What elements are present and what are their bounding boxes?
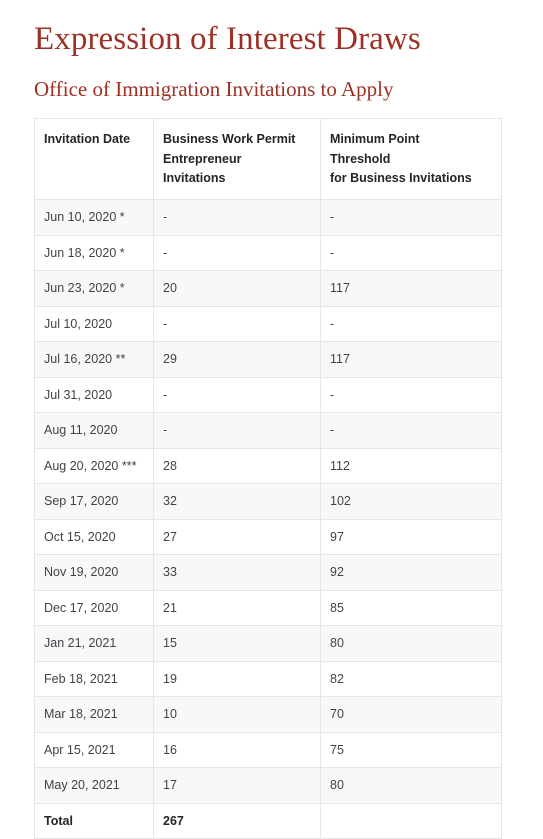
cell-threshold: 85 [320, 589, 502, 627]
cell-invitation-date: Jun 10, 2020 * [34, 199, 154, 236]
table-row: Apr 15, 2021 16 75 [34, 731, 502, 769]
column-header-invitation-date: Invitation Date [34, 118, 154, 201]
column-header-line: Entrepreneur [163, 151, 242, 166]
table-row: Mar 18, 2021 10 70 [34, 696, 502, 733]
draws-table-container: Invitation Date Business Work Permit Ent… [34, 118, 509, 839]
cell-invitation-date: Jan 21, 2021 [34, 625, 154, 662]
cell-invitation-date: Jun 18, 2020 * [34, 234, 154, 272]
cell-invitation-date: Jul 10, 2020 [34, 305, 154, 343]
cell-threshold: 75 [320, 731, 502, 769]
cell-threshold: - [320, 376, 502, 414]
cell-threshold: - [320, 412, 502, 449]
invitation-draws-table: Invitation Date Business Work Permit Ent… [34, 118, 502, 839]
column-header-line: Invitation Date [44, 132, 131, 147]
cell-invitations: 29 [153, 341, 321, 378]
table-row: Feb 18, 2021 19 82 [34, 660, 502, 698]
column-header-line: Invitations [163, 170, 226, 185]
cell-threshold: - [320, 234, 502, 272]
table-row: Sep 17, 2020 32 102 [34, 483, 502, 520]
cell-threshold: 80 [320, 625, 502, 662]
table-row: Aug 20, 2020 *** 28 112 [34, 447, 502, 485]
table-total-row: Total 267 [34, 802, 502, 839]
cell-invitations: 33 [153, 554, 321, 591]
cell-total-threshold [320, 802, 502, 839]
cell-invitations: 16 [153, 731, 321, 769]
cell-invitation-date: Jul 16, 2020 ** [34, 341, 154, 378]
column-header-line: for Business Invitations [330, 170, 472, 185]
cell-threshold: 92 [320, 554, 502, 591]
cell-threshold: 97 [320, 518, 502, 556]
cell-threshold: 70 [320, 696, 502, 733]
cell-threshold: 112 [320, 447, 502, 485]
page-root: Expression of Interest Draws Office of I… [0, 0, 543, 839]
cell-invitations: - [153, 199, 321, 236]
cell-invitation-date: Oct 15, 2020 [34, 518, 154, 556]
cell-invitations: 17 [153, 767, 321, 804]
table-row: May 20, 2021 17 80 [34, 767, 502, 804]
cell-threshold: 117 [320, 270, 502, 307]
table-header-row: Invitation Date Business Work Permit Ent… [34, 118, 502, 201]
table-body: Jun 10, 2020 * - - Jun 18, 2020 * - - Ju… [34, 199, 502, 839]
column-header-line: Business Work Permit [163, 132, 296, 147]
table-row: Jun 18, 2020 * - - [34, 234, 502, 272]
cell-invitations: 32 [153, 483, 321, 520]
cell-invitation-date: Apr 15, 2021 [34, 731, 154, 769]
cell-invitations: - [153, 234, 321, 272]
cell-invitation-date: Aug 11, 2020 [34, 412, 154, 449]
cell-invitations: 21 [153, 589, 321, 627]
cell-invitations: 19 [153, 660, 321, 698]
cell-invitation-date: Feb 18, 2021 [34, 660, 154, 698]
cell-total-label: Total [34, 802, 154, 839]
cell-threshold: 82 [320, 660, 502, 698]
table-row: Jun 10, 2020 * - - [34, 199, 502, 236]
cell-invitation-date: Nov 19, 2020 [34, 554, 154, 591]
cell-threshold: 102 [320, 483, 502, 520]
table-row: Jan 21, 2021 15 80 [34, 625, 502, 662]
cell-invitations: 28 [153, 447, 321, 485]
table-row: Jul 31, 2020 - - [34, 376, 502, 414]
table-header: Invitation Date Business Work Permit Ent… [34, 118, 502, 201]
cell-invitation-date: Mar 18, 2021 [34, 696, 154, 733]
cell-invitations: - [153, 305, 321, 343]
table-row: Jul 10, 2020 - - [34, 305, 502, 343]
cell-invitation-date: Sep 17, 2020 [34, 483, 154, 520]
cell-invitations: 20 [153, 270, 321, 307]
cell-invitations: 27 [153, 518, 321, 556]
column-header-line: Minimum Point [330, 132, 420, 147]
cell-invitation-date: Dec 17, 2020 [34, 589, 154, 627]
cell-threshold: 117 [320, 341, 502, 378]
cell-invitation-date: May 20, 2021 [34, 767, 154, 804]
table-row: Jul 16, 2020 ** 29 117 [34, 341, 502, 378]
table-row: Nov 19, 2020 33 92 [34, 554, 502, 591]
cell-threshold: - [320, 199, 502, 236]
page-subtitle: Office of Immigration Invitations to App… [34, 76, 394, 101]
table-row: Dec 17, 2020 21 85 [34, 589, 502, 627]
cell-threshold: - [320, 305, 502, 343]
cell-invitation-date: Jun 23, 2020 * [34, 270, 154, 307]
cell-invitation-date: Jul 31, 2020 [34, 376, 154, 414]
table-row: Oct 15, 2020 27 97 [34, 518, 502, 556]
cell-invitations: - [153, 412, 321, 449]
cell-threshold: 80 [320, 767, 502, 804]
cell-total-invitations: 267 [153, 802, 321, 839]
cell-invitations: 10 [153, 696, 321, 733]
cell-invitations: 15 [153, 625, 321, 662]
table-row: Jun 23, 2020 * 20 117 [34, 270, 502, 307]
cell-invitation-date: Aug 20, 2020 *** [34, 447, 154, 485]
column-header-minimum-point-threshold: Minimum Point Threshold for Business Inv… [320, 118, 502, 201]
cell-invitations: - [153, 376, 321, 414]
column-header-business-invitations: Business Work Permit Entrepreneur Invita… [153, 118, 321, 201]
column-header-line: Threshold [330, 151, 391, 166]
table-row: Aug 11, 2020 - - [34, 412, 502, 449]
page-title: Expression of Interest Draws [34, 21, 421, 57]
